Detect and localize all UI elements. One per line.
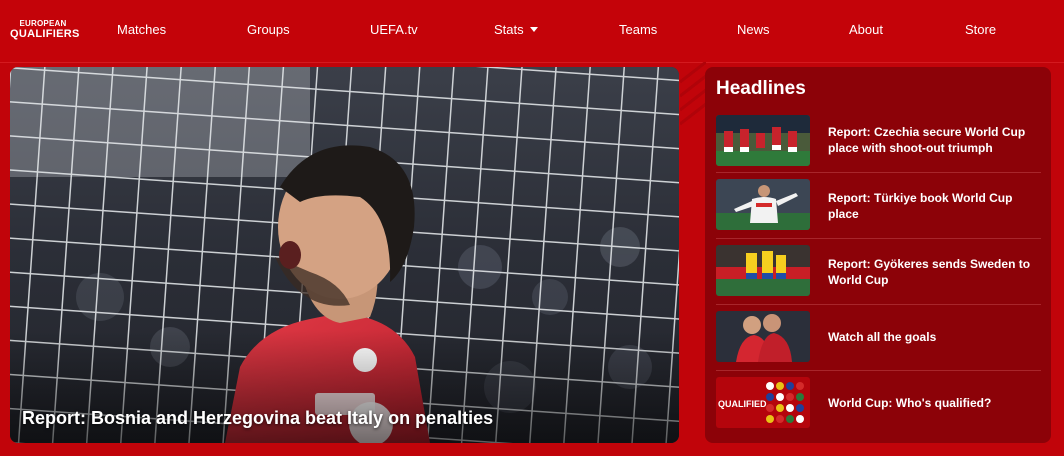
headlines-panel: Headlines Report: Czechia secure World C… (705, 67, 1051, 443)
hero-title[interactable]: Report: Bosnia and Herzegovina beat Ital… (22, 408, 493, 429)
decorative-stripes (680, 62, 706, 456)
chevron-down-icon (529, 27, 538, 33)
nav-item-uefa-tv[interactable]: UEFA.tv (370, 22, 418, 37)
nav-item-about[interactable]: About (849, 22, 883, 37)
top-navigation: EUROPEAN QUALIFIERS Matches Groups UEFA.… (0, 0, 1064, 63)
divider (716, 370, 1041, 371)
headline-text: World Cup: Who's qualified? (828, 396, 992, 410)
european-qualifiers-logo[interactable]: EUROPEAN QUALIFIERS (10, 19, 80, 40)
headlines-heading: Headlines (716, 78, 806, 99)
nav-item-store[interactable]: Store (965, 22, 996, 37)
divider (716, 238, 1041, 239)
hero-image (10, 67, 679, 443)
headline-thumbnail (716, 311, 810, 362)
headline-text: Report: Gyökeres sends Sweden to World C… (828, 257, 1031, 287)
headline-thumbnail (716, 115, 810, 166)
divider (716, 172, 1041, 173)
headline-item[interactable]: QUALIFIED World Cup: Who's qualified? (716, 377, 1041, 443)
headline-item[interactable]: Report: Gyökeres sends Sweden to World C… (716, 245, 1041, 311)
headline-thumbnail: QUALIFIED (716, 377, 810, 428)
nav-item-teams[interactable]: Teams (619, 22, 657, 37)
nav-item-groups[interactable]: Groups (247, 22, 290, 37)
logo-line-2: QUALIFIERS (10, 28, 80, 40)
logo-line-1: EUROPEAN (19, 19, 67, 28)
headline-text: Report: Czechia secure World Cup place w… (828, 125, 1026, 155)
svg-text:QUALIFIED: QUALIFIED (718, 399, 767, 409)
nav-item-stats-label: Stats (494, 22, 524, 37)
headline-thumbnail (716, 179, 810, 230)
hero-article[interactable]: Report: Bosnia and Herzegovina beat Ital… (10, 67, 679, 443)
headline-item[interactable]: Watch all the goals (716, 311, 1041, 377)
nav-item-stats[interactable]: Stats (494, 22, 538, 37)
divider (716, 304, 1041, 305)
headline-text: Report: Türkiye book World Cup place (828, 191, 1013, 221)
headline-thumbnail (716, 245, 810, 296)
nav-item-news[interactable]: News (737, 22, 770, 37)
nav-item-matches[interactable]: Matches (117, 22, 166, 37)
headline-item[interactable]: Report: Türkiye book World Cup place (716, 179, 1041, 245)
headline-text: Watch all the goals (828, 330, 937, 344)
